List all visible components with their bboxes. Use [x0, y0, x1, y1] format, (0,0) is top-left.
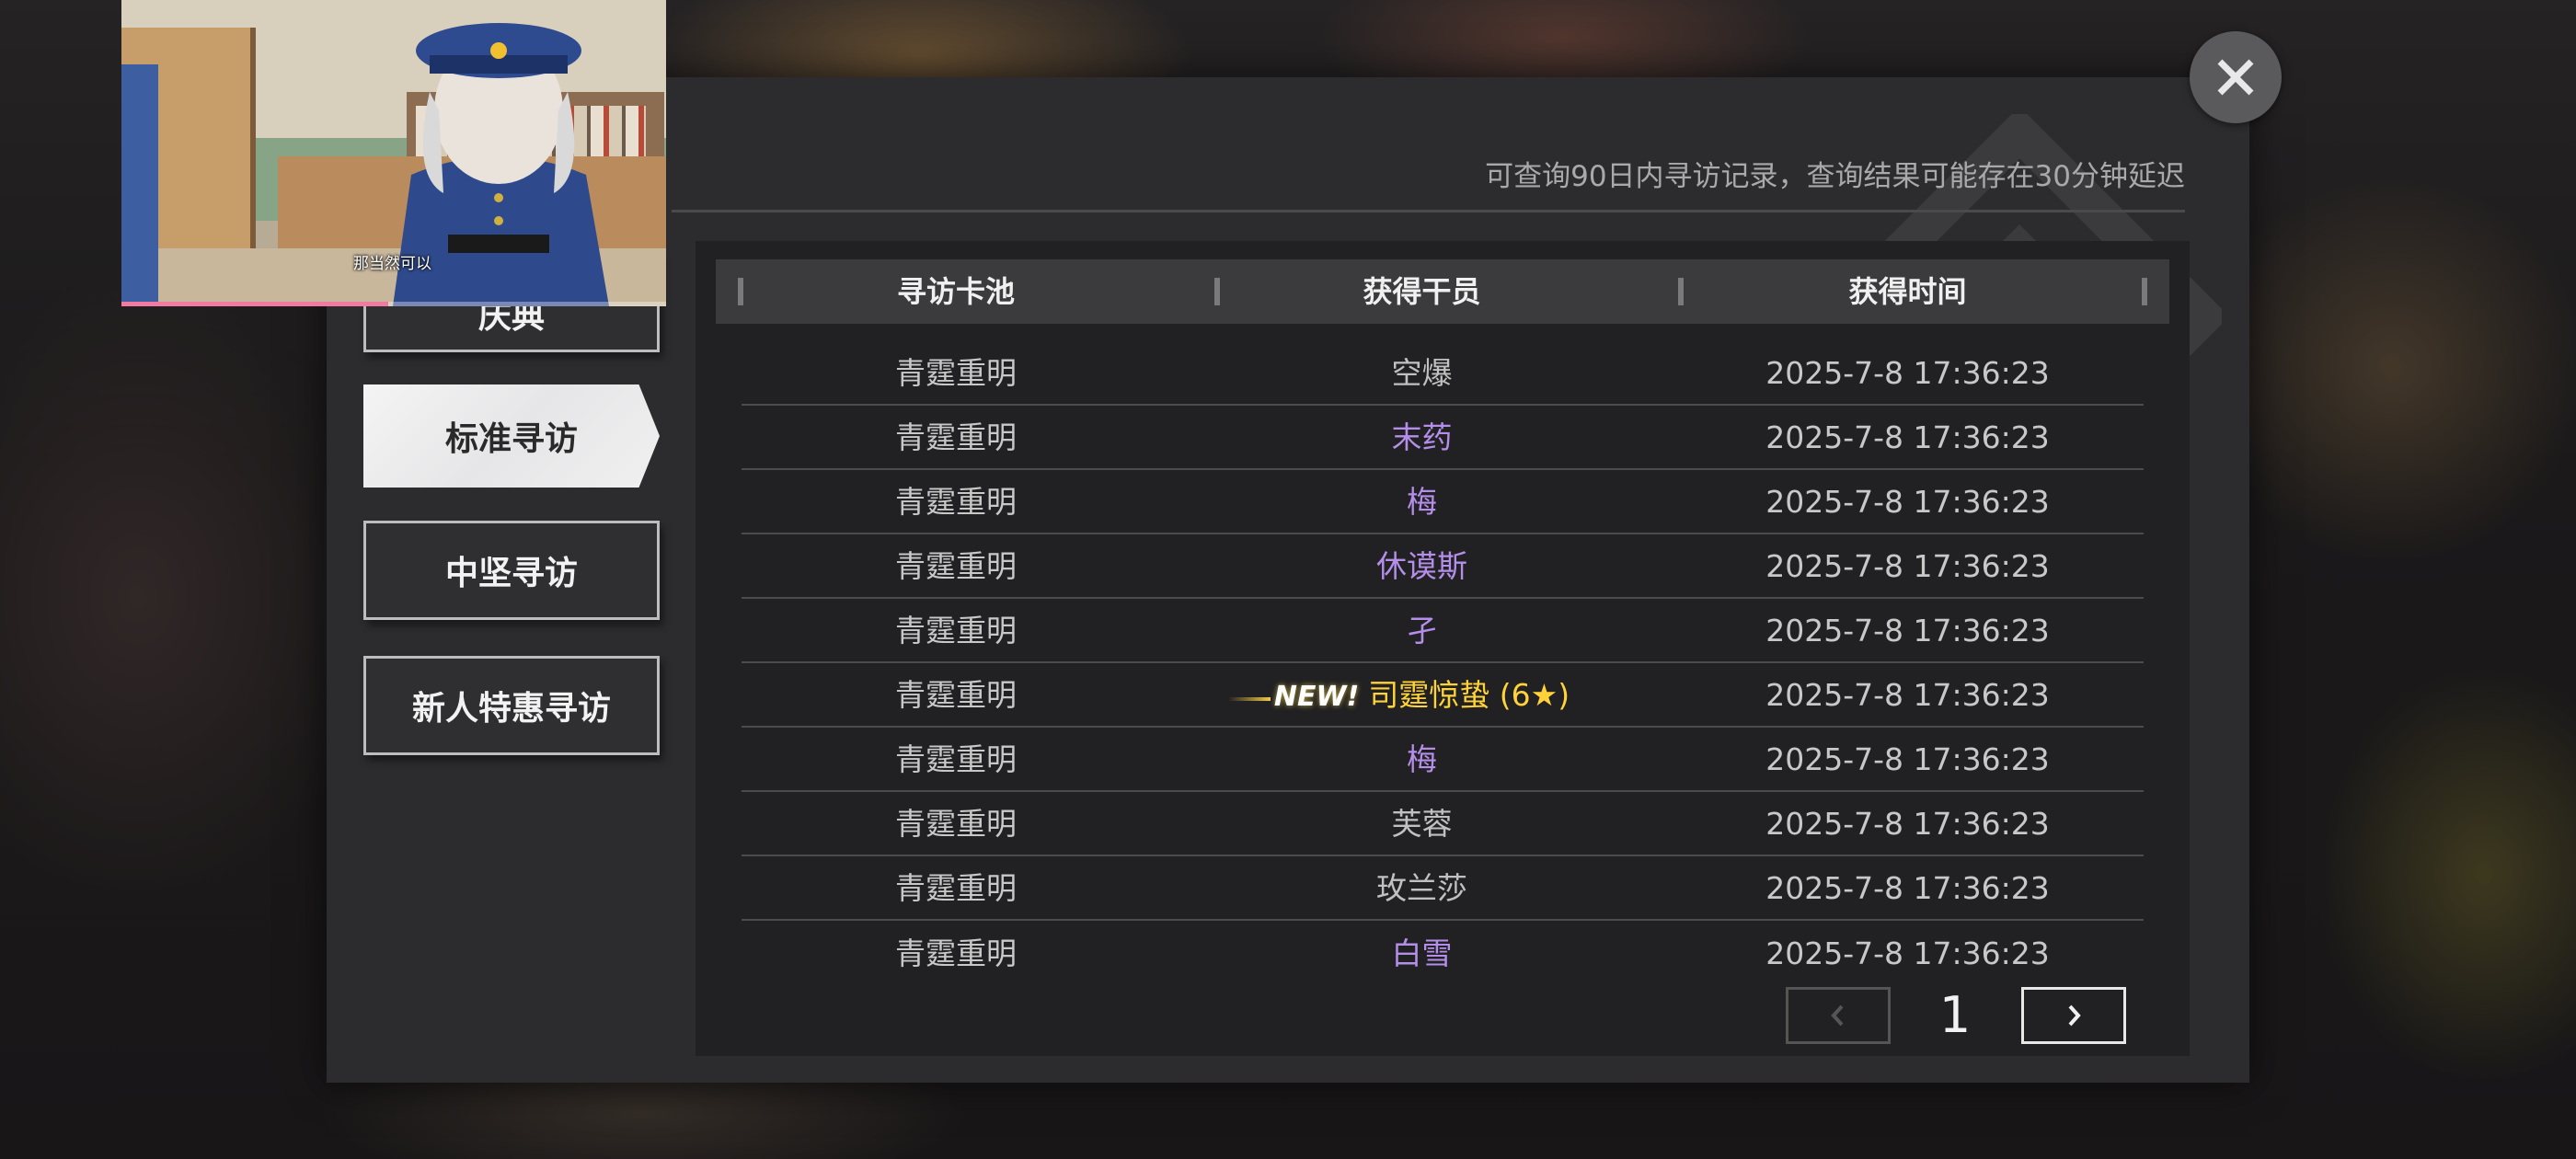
video-character-left — [121, 64, 158, 304]
operator-cell: 休谟斯 — [1376, 548, 1467, 584]
tab-label: 标准寻访 — [444, 420, 578, 458]
table-header: 寻访卡池 获得干员 获得时间 — [716, 259, 2169, 324]
table-row: 青霆重明 末药 2025-7-8 17:36:23 — [742, 406, 2144, 470]
tab-standard-headhunting[interactable]: 标准寻访 — [363, 384, 660, 488]
operator-cell: 玫兰莎 — [1376, 870, 1467, 906]
tab-label: 中坚寻访 — [444, 555, 578, 592]
operator-cell: 空爆 — [1391, 355, 1453, 391]
time-cell: 2025-7-8 17:36:23 — [1765, 935, 2050, 971]
table-row: 青霆重明 孑 2025-7-8 17:36:23 — [742, 599, 2144, 663]
operator-cell: 梅 — [1407, 741, 1437, 777]
operator-cell: 孑 — [1407, 613, 1437, 648]
time-cell: 2025-7-8 17:36:23 — [1765, 613, 2050, 648]
next-page-button[interactable] — [2021, 987, 2126, 1044]
time-cell: 2025-7-8 17:36:23 — [1765, 548, 2050, 584]
operator-cell: 芙蓉 — [1391, 806, 1453, 842]
table-row: 青霆重明 梅 2025-7-8 17:36:23 — [742, 728, 2144, 792]
pool-cell: 青霆重明 — [895, 484, 1017, 520]
chevron-left-icon — [1831, 1004, 1844, 1027]
pool-cell: 青霆重明 — [895, 355, 1017, 391]
pool-cell: 青霆重明 — [895, 806, 1017, 842]
pool-cell: 青霆重明 — [895, 419, 1017, 455]
tab-newbie-special-headhunting[interactable]: 新人特惠寻访 — [363, 656, 660, 755]
chevron-right-icon — [2068, 1004, 2081, 1027]
table-row: 青霆重明 NEW! 司霆惊蛰 (6★) 2025-7-8 17:36:23 — [742, 663, 2144, 728]
time-cell: 2025-7-8 17:36:23 — [1765, 870, 2050, 906]
time-cell: 2025-7-8 17:36:23 — [1765, 741, 2050, 777]
table-row: 青霆重明 梅 2025-7-8 17:36:23 — [742, 470, 2144, 534]
close-icon — [2217, 59, 2254, 96]
pool-cell: 青霆重明 — [895, 741, 1017, 777]
close-button[interactable] — [2190, 31, 2282, 123]
table-row: 青霆重明 休谟斯 2025-7-8 17:36:23 — [742, 534, 2144, 599]
prev-page-button[interactable] — [1786, 987, 1891, 1044]
table-row: 青霆重明 玫兰莎 2025-7-8 17:36:23 — [742, 856, 2144, 921]
time-cell: 2025-7-8 17:36:23 — [1765, 419, 2050, 455]
pool-cell: 青霆重明 — [895, 677, 1017, 713]
pool-cell: 青霆重明 — [895, 613, 1017, 648]
query-notice-text: 可查询90日内寻访记录，查询结果可能存在30分钟延迟 — [1485, 160, 2185, 193]
time-cell: 2025-7-8 17:36:23 — [1765, 484, 2050, 520]
pool-cell: 青霆重明 — [895, 935, 1017, 971]
operator-cell: 末药 — [1391, 419, 1453, 455]
header-separator — [2142, 278, 2147, 305]
operator-cell: NEW! 司霆惊蛰 (6★) — [1170, 663, 1673, 728]
operator-name-six-star: 司霆惊蛰 (6★) — [1368, 677, 1570, 713]
video-progress-fill — [121, 302, 389, 306]
table-row: 青霆重明 芙蓉 2025-7-8 17:36:23 — [742, 792, 2144, 856]
video-overlay[interactable]: 那当然可以 — [121, 0, 666, 306]
table-row: 青霆重明 空爆 2025-7-8 17:36:23 — [742, 341, 2144, 406]
row-divider — [742, 919, 2144, 921]
operator-cell: 白雪 — [1391, 935, 1453, 971]
header-time: 获得时间 — [1848, 274, 1967, 309]
pool-cell: 青霆重明 — [895, 870, 1017, 906]
time-cell: 2025-7-8 17:36:23 — [1765, 677, 2050, 713]
header-pool: 寻访卡池 — [896, 274, 1015, 309]
tab-backbone-headhunting[interactable]: 中坚寻访 — [363, 521, 660, 620]
header-operator: 获得干员 — [1363, 274, 1481, 309]
divider — [672, 210, 2185, 212]
page-number: 1 — [1938, 986, 1972, 1044]
operator-cell: 梅 — [1407, 484, 1437, 520]
video-subtitle: 那当然可以 — [353, 255, 431, 273]
time-cell: 2025-7-8 17:36:23 — [1765, 355, 2050, 391]
video-progress-bar[interactable] — [121, 302, 666, 306]
tab-label: 新人特惠寻访 — [411, 690, 611, 728]
new-badge: NEW! — [1227, 665, 1359, 729]
pool-cell: 青霆重明 — [895, 548, 1017, 584]
time-cell: 2025-7-8 17:36:23 — [1765, 806, 2050, 842]
table-row: 青霆重明 白雪 2025-7-8 17:36:23 — [742, 922, 2144, 986]
